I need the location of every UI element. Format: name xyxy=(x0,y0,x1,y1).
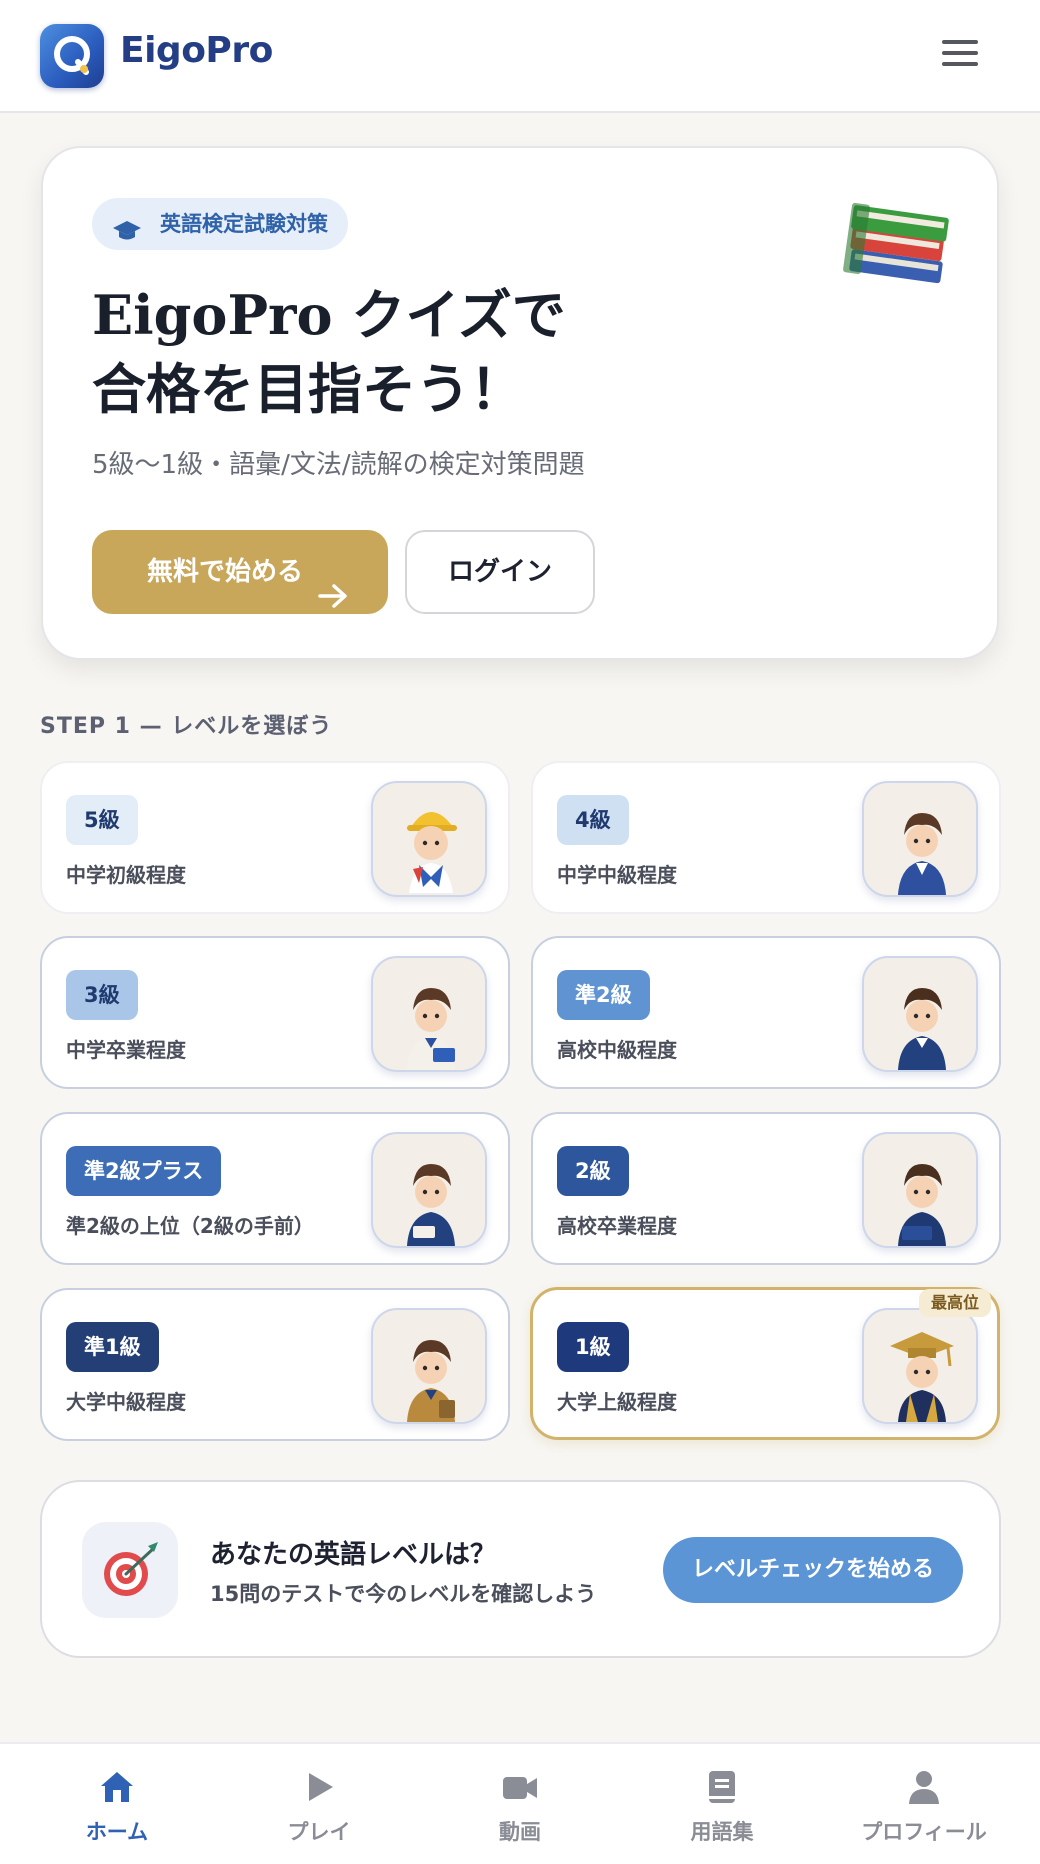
level-pill: 3級 xyxy=(66,970,138,1020)
level-card-4kyu[interactable]: 4級 中学中級程度 xyxy=(531,761,1001,914)
level-card-1kyu[interactable]: 1級 大学上級程度 最高位 xyxy=(530,1287,1000,1440)
bottom-navigation: ホーム プレイ 動画 用語集 プロフィール xyxy=(0,1742,1040,1864)
student-avatar-icon xyxy=(862,956,978,1072)
book-icon xyxy=(709,1771,735,1803)
level-desc: 高校中級程度 xyxy=(557,1038,677,1062)
app-logo-icon[interactable] xyxy=(40,24,104,88)
level-desc: 大学上級程度 xyxy=(557,1390,677,1414)
level-desc: 大学中級程度 xyxy=(66,1390,186,1414)
nav-profile[interactable]: プロフィール xyxy=(820,1744,1028,1864)
level-check-title: あなたの英語レベルは？ xyxy=(210,1540,497,1570)
level-pill: 準2級 xyxy=(557,970,650,1020)
level-card-pre1kyu[interactable]: 準1級 大学中級程度 xyxy=(40,1288,510,1441)
nav-profile-label: プロフィール xyxy=(861,1820,987,1844)
graduate-avatar-icon xyxy=(862,1308,978,1424)
hero-card: 英語検定試験対策 EigoPro クイズで 合格を目指そう！ 5級〜1級・語彙/… xyxy=(41,146,999,660)
target-icon xyxy=(82,1522,178,1618)
nav-glossary[interactable]: 用語集 xyxy=(618,1744,826,1864)
app-header: EigoPro xyxy=(0,0,1040,113)
nav-video[interactable]: 動画 xyxy=(416,1744,624,1864)
level-pill: 5級 xyxy=(66,795,138,845)
level-pill: 準1級 xyxy=(66,1322,159,1372)
level-check-subtitle: 15問のテストで今のレベルを確認しよう xyxy=(210,1582,597,1606)
level-desc: 準2級の上位（2級の手前） xyxy=(66,1214,314,1238)
top-rank-badge: 最高位 xyxy=(919,1289,992,1317)
start-free-label: 無料で始める xyxy=(146,557,303,587)
start-level-check-button[interactable]: レベルチェックを始める xyxy=(663,1537,963,1603)
exam-badge: 英語検定試験対策 xyxy=(92,198,348,250)
level-card-3kyu[interactable]: 3級 中学卒業程度 xyxy=(40,936,510,1089)
level-card-2kyu[interactable]: 2級 高校卒業程度 xyxy=(531,1112,1001,1265)
level-pill: 4級 xyxy=(557,795,629,845)
app-title[interactable]: EigoPro xyxy=(120,30,273,71)
student-avatar-icon xyxy=(371,1132,487,1248)
nav-video-label: 動画 xyxy=(499,1820,541,1844)
hamburger-menu-icon[interactable] xyxy=(942,40,978,72)
level-pill: 2級 xyxy=(557,1146,629,1196)
home-icon xyxy=(101,1772,133,1802)
student-avatar-icon xyxy=(862,1132,978,1248)
nav-play[interactable]: プレイ xyxy=(215,1744,423,1864)
level-desc: 中学初級程度 xyxy=(66,863,186,887)
student-avatar-icon xyxy=(371,956,487,1072)
nav-home-label: ホーム xyxy=(85,1820,149,1844)
nav-glossary-label: 用語集 xyxy=(690,1820,754,1844)
graduation-cap-icon xyxy=(112,211,142,263)
level-card-pre2kyu-plus[interactable]: 準2級プラス 準2級の上位（2級の手前） xyxy=(40,1112,510,1265)
hero-subtitle: 5級〜1級・語彙/文法/読解の検定対策問題 xyxy=(92,450,585,480)
student-avatar-icon xyxy=(862,781,978,897)
exam-badge-label: 英語検定試験対策 xyxy=(160,212,328,236)
level-card-5kyu[interactable]: 5級 中学初級程度 xyxy=(40,761,510,914)
nav-play-label: プレイ xyxy=(287,1820,351,1844)
level-desc: 中学中級程度 xyxy=(557,863,677,887)
books-icon xyxy=(843,190,963,304)
nav-home[interactable]: ホーム xyxy=(13,1744,221,1864)
arrow-right-icon xyxy=(318,559,348,643)
step1-label: STEP 1 — レベルを選ぼう xyxy=(40,714,333,739)
hero-title-line-2: 合格を目指そう！ xyxy=(92,357,524,421)
level-desc: 中学卒業程度 xyxy=(66,1038,186,1062)
hero-title: EigoPro クイズで 合格を目指そう！ xyxy=(92,278,692,426)
level-pill: 1級 xyxy=(557,1322,629,1372)
student-avatar-icon xyxy=(371,1308,487,1424)
student-avatar-icon xyxy=(371,781,487,897)
play-icon xyxy=(309,1773,333,1801)
start-free-button[interactable]: 無料で始める xyxy=(92,530,388,614)
level-desc: 高校卒業程度 xyxy=(557,1214,677,1238)
user-icon xyxy=(909,1771,939,1804)
level-card-pre2kyu[interactable]: 準2級 高校中級程度 xyxy=(531,936,1001,1089)
level-check-card: あなたの英語レベルは？ 15問のテストで今のレベルを確認しよう レベルチェックを… xyxy=(40,1480,1001,1658)
level-pill: 準2級プラス xyxy=(66,1146,222,1196)
login-button[interactable]: ログイン xyxy=(405,530,595,614)
hero-title-line-1: EigoPro クイズで xyxy=(92,283,566,347)
video-icon xyxy=(503,1777,537,1799)
